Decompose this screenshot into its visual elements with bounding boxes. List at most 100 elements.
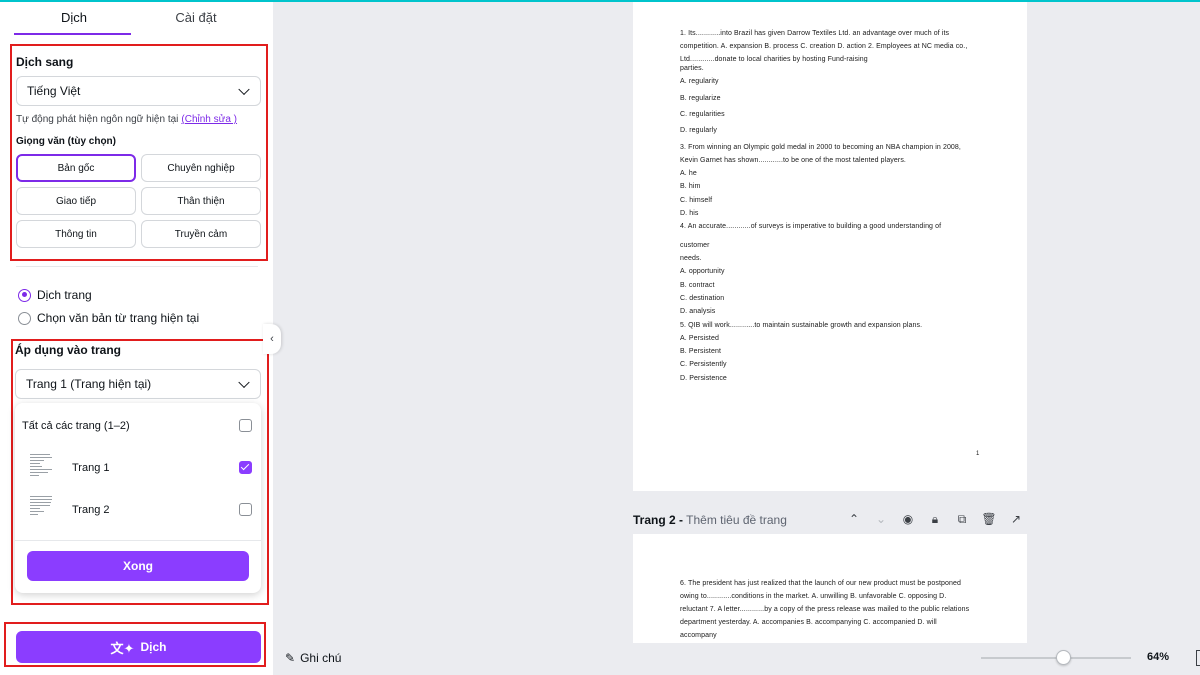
document-line: B. contract [680, 282, 715, 289]
chevron-down-icon [238, 83, 250, 96]
document-page-1[interactable]: 1. Its............into Brazil has given … [633, 2, 1027, 491]
document-line: reluctant 7. A letter............by a co… [680, 606, 970, 613]
tone-friendly-button[interactable]: Thân thiện [141, 187, 261, 215]
duplicate-page-icon[interactable]: ⧉ [954, 511, 970, 527]
radio-translate-page[interactable]: Dịch trang [18, 288, 92, 302]
page-2-option[interactable]: Trang 2 [15, 490, 261, 530]
chevron-left-icon: ‹ [270, 333, 274, 345]
zoom-value[interactable]: 64% [1147, 651, 1169, 663]
translate-button[interactable]: 文✦ Dịch [16, 631, 261, 663]
document-line: B. Persistent [680, 348, 721, 355]
document-line: owing to............conditions in the ma… [680, 593, 947, 600]
tone-inspirational-button[interactable]: Truyền cảm [141, 220, 261, 248]
apply-to-title: Áp dụng vào trang [15, 343, 121, 357]
language-select[interactable]: Tiếng Việt [16, 76, 261, 106]
page-1-checkbox[interactable] [239, 461, 252, 474]
zoom-slider-handle[interactable] [1055, 650, 1071, 665]
fit-page-icon[interactable] [1196, 650, 1200, 666]
all-pages-checkbox[interactable] [239, 419, 252, 432]
page-2-title-placeholder[interactable]: Thêm tiêu đề trang [686, 513, 787, 527]
page-2-label: Trang 2 - [633, 513, 684, 527]
active-tab-indicator [14, 33, 131, 35]
tab-settings[interactable]: Cài đặt [136, 10, 256, 25]
tone-professional-button[interactable]: Chuyên nghiệp [141, 154, 261, 182]
radio-select-text-label: Chọn văn bản từ trang hiện tại [37, 311, 200, 325]
tone-title: Giọng văn (tùy chọn) [16, 136, 116, 147]
move-down-icon[interactable]: ⌄ [873, 511, 889, 527]
page-1-label: Trang 1 [72, 462, 110, 474]
language-select-value: Tiếng Việt [27, 84, 81, 98]
document-line: A. opportunity [680, 268, 725, 275]
radio-select-text[interactable]: Chọn văn bản từ trang hiện tại [18, 311, 199, 325]
document-line: D. his [680, 210, 699, 217]
document-line: C. destination [680, 295, 725, 302]
radio-translate-page-label: Dịch trang [37, 288, 92, 302]
radio-unchecked-icon [18, 311, 31, 325]
bottom-toolbar: ✎ Ghi chú 64% [273, 643, 1200, 675]
document-line: C. Persistently [680, 361, 727, 368]
collapse-panel-handle[interactable]: ‹ [263, 324, 281, 354]
tone-informative-button[interactable]: Thông tin [16, 220, 136, 248]
document-line: parties. [680, 65, 704, 72]
document-line: A. Persisted [680, 335, 719, 342]
notes-label: Ghi chú [300, 651, 342, 665]
section-divider [16, 266, 258, 267]
translate-to-title: Dịch sang [16, 55, 74, 69]
document-line: Ltd............donate to local charities… [680, 56, 868, 63]
notes-icon: ✎ [285, 651, 296, 665]
dropdown-divider [15, 540, 261, 541]
document-line: 3. From winning an Olympic gold medal in… [680, 144, 961, 151]
document-line: D. Persistence [680, 375, 727, 382]
document-page-2[interactable]: 6. The president has just realized that … [633, 534, 1027, 644]
document-line: A. he [680, 170, 697, 177]
document-line: needs. [680, 255, 702, 262]
page-2-label: Trang 2 [72, 504, 110, 516]
page-2-title[interactable]: Trang 2 - Thêm tiêu đề trang [633, 513, 787, 527]
hide-page-icon[interactable]: ◉ [900, 511, 916, 527]
page-select-value: Trang 1 (Trang hiện tại) [26, 377, 152, 391]
page-2-checkbox[interactable] [239, 503, 252, 516]
edit-language-link[interactable]: (Chỉnh sửa ) [181, 114, 237, 125]
page-1-option[interactable]: Trang 1 [15, 448, 261, 488]
auto-detect-note: Tự động phát hiện ngôn ngữ hiện tại (Chỉn… [16, 114, 237, 125]
page-2-header: Trang 2 - Thêm tiêu đề trang ⌃ ⌄ ◉ 🔒︎ ⧉ … [633, 511, 1027, 529]
document-line: C. regularities [680, 111, 725, 118]
document-line: C. himself [680, 197, 713, 204]
lock-icon[interactable]: 🔒︎ [927, 511, 943, 527]
document-line: competition. A. expansion B. process C. … [680, 43, 968, 50]
page-2-thumbnail [29, 494, 55, 526]
all-pages-label: Tất cả các trang (1–2) [22, 420, 130, 432]
document-line: 6. The president has just realized that … [680, 580, 961, 587]
auto-detect-text: Tự động phát hiện ngôn ngữ hiện tại [16, 114, 179, 125]
document-line: A. regularity [680, 78, 719, 85]
translate-button-label: Dịch [140, 640, 167, 654]
tab-translate[interactable]: Dịch [14, 10, 134, 25]
tone-casual-button[interactable]: Giao tiếp [16, 187, 136, 215]
document-line: D. regularly [680, 127, 717, 134]
chevron-down-icon [238, 376, 250, 389]
page-select[interactable]: Trang 1 (Trang hiện tại) [15, 369, 261, 399]
delete-page-icon[interactable]: 🗑︎ [981, 511, 997, 527]
document-line: B. him [680, 183, 701, 190]
page-number: 1 [976, 451, 980, 457]
radio-checked-icon [18, 288, 31, 302]
document-line: 1. Its............into Brazil has given … [680, 30, 950, 37]
document-line: department yesterday. A. accompanies B. … [680, 619, 937, 626]
done-button[interactable]: Xong [27, 551, 249, 581]
document-line: B. regularize [680, 95, 721, 102]
move-up-icon[interactable]: ⌃ [846, 511, 862, 527]
document-line: Kevin Garnet has shown............to be … [680, 157, 906, 164]
page-dropdown-menu: Tất cả các trang (1–2) Trang 1 Trang 2 X… [15, 403, 261, 593]
translate-panel: Dịch Cài đặt Dịch sang Tiếng Việt Tự độn… [0, 2, 273, 675]
document-line: customer [680, 242, 710, 249]
document-line: 4. An accurate............of surveys is … [680, 223, 942, 230]
document-line: accompany [680, 632, 717, 639]
all-pages-option[interactable]: Tất cả các trang (1–2) [15, 406, 261, 446]
add-page-icon[interactable]: ↗ [1008, 511, 1024, 527]
document-line: D. analysis [680, 308, 716, 315]
notes-button[interactable]: ✎ Ghi chú [285, 651, 341, 665]
document-line: 5. QIB will work............to maintain … [680, 322, 923, 329]
translate-sparkle-icon: 文✦ [110, 640, 135, 656]
tone-original-button[interactable]: Bản gốc [16, 154, 136, 182]
page-1-thumbnail [29, 452, 55, 484]
